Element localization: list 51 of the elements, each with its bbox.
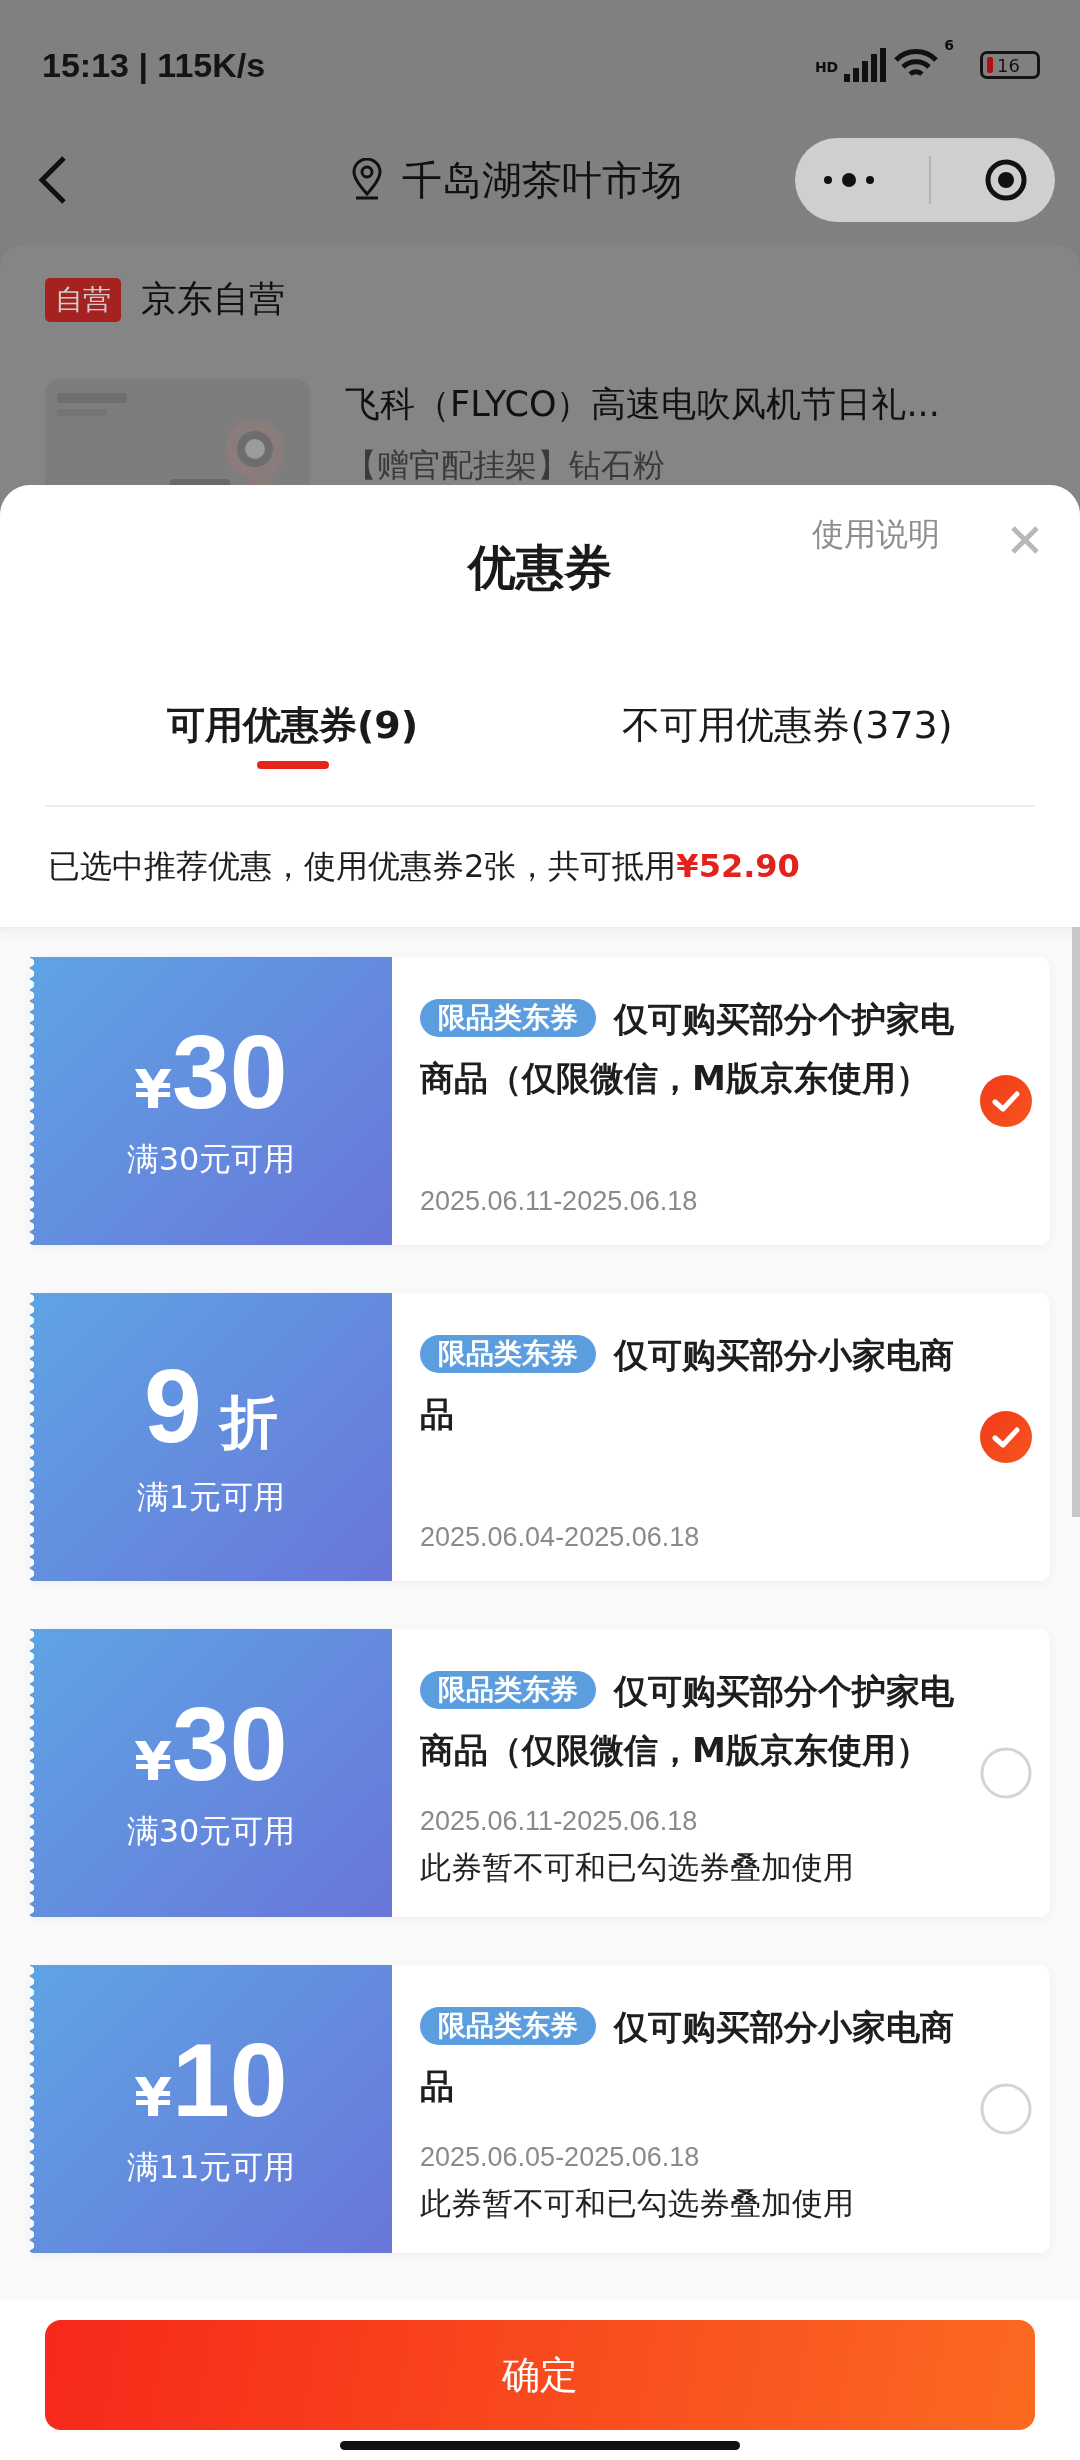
coupon-threshold: 满11元可用: [126, 2147, 296, 2188]
coupon-card[interactable]: 9 折 满1元可用 限品类东券 仅可购买部分小家电商品 2025.06.04-2025.06.18: [30, 1293, 1050, 1581]
scrollbar[interactable]: [1072, 927, 1080, 1517]
coupon-note: 此券暂不可和已勾选券叠加使用: [420, 1848, 855, 1887]
coupon-title: 限品类东券 仅可购买部分个护家电商品（仅限微信，M版京东使用）: [420, 1670, 955, 1772]
battery-icon: 16: [980, 51, 1040, 79]
unchecked-radio-icon[interactable]: [980, 2083, 1032, 2135]
coupon-amount: 30: [171, 1020, 288, 1124]
confirm-button[interactable]: 确定: [45, 2320, 1035, 2430]
location-pin-icon: [350, 158, 384, 202]
coupon-card[interactable]: ¥10 满11元可用 限品类东券 仅可购买部分小家电商品 2025.06.05-2025.06.18 此券暂不可和已勾选券叠加使用: [30, 1965, 1050, 2253]
self-run-badge: 自营: [45, 277, 121, 322]
close-icon[interactable]: [1010, 525, 1040, 555]
checked-radio-icon[interactable]: [980, 1075, 1032, 1127]
product-subtitle: 【赠官配挂架】钻石粉: [345, 445, 666, 486]
coupon-tab[interactable]: 不可用优惠券(373): [540, 665, 1035, 805]
discount-unit: 折: [219, 1387, 278, 1458]
location-title: 千岛湖茶叶市场: [402, 155, 682, 205]
coupon-threshold: 满30元可用: [126, 1811, 296, 1852]
coupon-date: 2025.06.05-2025.06.18: [420, 2142, 701, 2173]
coupon-card[interactable]: ¥30 满30元可用 限品类东券 仅可购买部分个护家电商品（仅限微信，M版京东使用） 2025.06.11-2025.06.18: [30, 957, 1050, 1245]
summary-text: 已选中推荐优惠，使用优惠券2张，共可抵用¥52.90: [47, 846, 801, 887]
back-icon[interactable]: [38, 155, 68, 205]
checked-radio-icon[interactable]: [980, 1411, 1032, 1463]
coupon-date: 2025.06.11-2025.06.18: [420, 1186, 699, 1217]
wifi-label: 6: [944, 37, 954, 53]
coupon-threshold: 满1元可用: [136, 1477, 286, 1518]
coupon-amount: 10: [171, 2028, 288, 2132]
coupon-title: 限品类东券 仅可购买部分个护家电商品（仅限微信，M版京东使用）: [420, 998, 955, 1100]
coupon-note: 此券暂不可和已勾选券叠加使用: [420, 2184, 855, 2223]
coupon-tab[interactable]: 可用优惠券(9): [45, 665, 540, 805]
coupon-amount: 30: [171, 1692, 288, 1796]
signal-icon: [844, 48, 889, 82]
currency-sign: ¥: [134, 1058, 172, 1121]
store-name: 京东自营: [141, 277, 285, 321]
currency-sign: ¥: [134, 1730, 172, 1793]
currency-sign: ¥: [134, 2066, 172, 2129]
more-icon[interactable]: [821, 173, 876, 187]
coupon-date: 2025.06.11-2025.06.18: [420, 1806, 699, 1837]
status-time: 15:13 | 115K/s: [42, 45, 266, 85]
sheet-title: 优惠券: [468, 537, 612, 597]
coupon-card[interactable]: ¥30 满30元可用 限品类东券 仅可购买部分个护家电商品（仅限微信，M版京东使用） 2025.06.11-2025.06.18 此券暂不可和已勾选券叠加使用: [30, 1629, 1050, 1917]
close-miniprogram-icon[interactable]: [984, 158, 1029, 202]
coupon-title: 限品类东券 仅可购买部分小家电商品: [420, 1334, 955, 1436]
unchecked-radio-icon[interactable]: [980, 1747, 1032, 1799]
network-label: HD: [814, 59, 839, 75]
coupon-amount: 9: [144, 1354, 202, 1458]
coupon-date: 2025.06.04-2025.06.18: [420, 1522, 701, 1553]
coupon-threshold: 满30元可用: [126, 1139, 296, 1180]
coupon-title: 限品类东券 仅可购买部分小家电商品: [420, 2006, 955, 2108]
product-title: 飞科（FLYCO）高速电吹风机节日礼...: [345, 383, 940, 426]
